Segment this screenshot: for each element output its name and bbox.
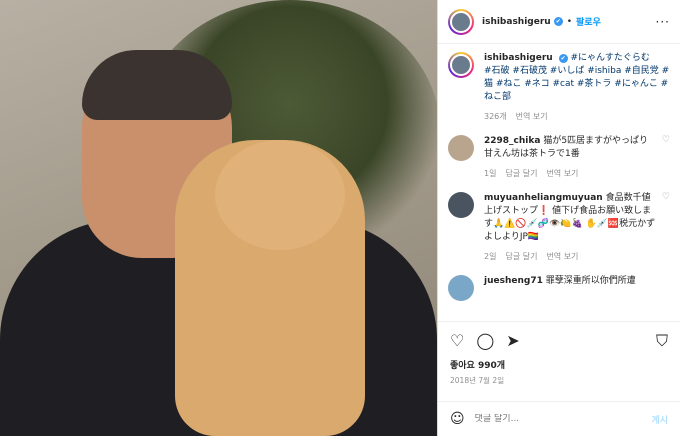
like-comment-icon[interactable]: ♡ [656, 192, 670, 263]
avatar[interactable] [448, 192, 474, 218]
comment-text: 罪孽深重所以你們所遭 [545, 276, 636, 286]
emoji-icon[interactable]: ☺ [450, 411, 465, 427]
avatar[interactable] [448, 8, 474, 35]
header-username[interactable]: ishibashigeru [482, 17, 551, 27]
comment-username[interactable]: juesheng71 [484, 276, 543, 286]
reply-link[interactable]: 답글 달기 [505, 169, 537, 178]
action-bar: ♡ ◯ ➤ ⛉ [438, 321, 680, 359]
list-item: muyuanheliangmuyuan 食品数千値上げストップ❗ 値下げ食品お願… [448, 192, 670, 263]
translate-link[interactable]: 번역 보기 [546, 252, 578, 261]
caption: ishibashigeru ✔ #にゃんすたぐらむ #石破 #石破茂 #いしば … [448, 52, 670, 123]
caption-tags[interactable]: #石破 #石破茂 #いしば #ishiba #自民党 #猫 #ねこ #ネコ #c… [484, 65, 670, 104]
comment-username[interactable]: muyuanheliangmuyuan [484, 193, 603, 203]
comment-time: 2일 [484, 252, 497, 261]
verified-icon: ✔ [553, 17, 563, 26]
share-icon[interactable]: ➤ [506, 331, 519, 350]
comment-username[interactable]: 2298_chika [484, 136, 540, 146]
person-hair [82, 50, 232, 120]
post-button[interactable]: 게시 [651, 413, 668, 426]
comment-input[interactable] [474, 414, 652, 424]
more-options-icon[interactable]: ··· [656, 15, 670, 29]
caption-hashtag[interactable]: #にゃんすたぐらむ [570, 53, 649, 63]
like-comment-icon[interactable]: ♡ [656, 135, 670, 180]
avatar[interactable] [448, 275, 474, 301]
likes-count[interactable]: 좋아요 990개 [438, 359, 680, 373]
comment-icon[interactable]: ◯ [476, 331, 494, 350]
separator-dot: • [566, 16, 573, 27]
translate-link[interactable]: 번역 보기 [516, 112, 548, 121]
reply-link[interactable]: 답글 달기 [505, 252, 537, 261]
comments-list[interactable]: ishibashigeru ✔ #にゃんすたぐらむ #石破 #石破茂 #いしば … [438, 44, 680, 321]
heart-icon[interactable]: ♡ [450, 331, 464, 350]
post-photo[interactable] [0, 0, 437, 436]
verified-icon: ✔ [558, 54, 568, 63]
add-comment-bar: ☺ 게시 [438, 401, 680, 436]
avatar[interactable] [448, 52, 474, 78]
post-header: ishibashigeru ✔ • 팔로우 ··· [438, 0, 680, 44]
comment-time: 1일 [484, 169, 497, 178]
avatar[interactable] [448, 135, 474, 161]
follow-button[interactable]: 팔로우 [576, 15, 601, 28]
list-item: 2298_chika 猫が5匹居ますがやっぱり甘えん坊は茶トラで1番 1일 답글 … [448, 135, 670, 180]
translate-link[interactable]: 번역 보기 [546, 169, 578, 178]
caption-likes: 326개 [484, 112, 507, 121]
post-date: 2018년 7월 2일 [450, 376, 505, 385]
bookmark-icon[interactable]: ⛉ [656, 331, 668, 351]
post-sidebar: ishibashigeru ✔ • 팔로우 ··· ishibashigeru … [437, 0, 680, 436]
list-item: juesheng71 罪孽深重所以你們所遭 [448, 275, 670, 301]
caption-username[interactable]: ishibashigeru [484, 53, 553, 63]
cat-head [215, 140, 345, 250]
